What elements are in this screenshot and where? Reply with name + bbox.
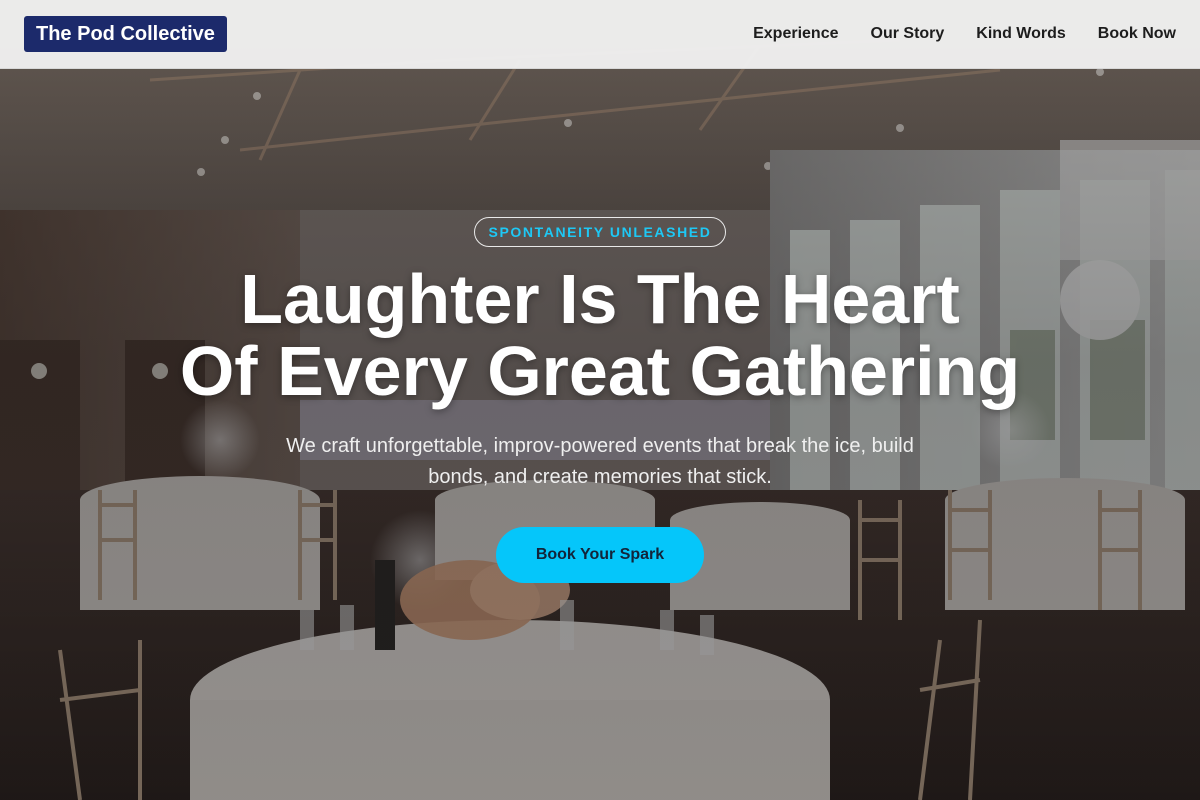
nav-links: Experience Our Story Kind Words Book Now	[753, 25, 1176, 43]
hero-headline: Laughter Is The Heart Of Every Great Gat…	[100, 263, 1100, 407]
book-your-spark-button[interactable]: Book Your Spark	[496, 527, 704, 583]
nav-link-experience[interactable]: Experience	[753, 25, 838, 43]
nav-link-our-story[interactable]: Our Story	[871, 25, 945, 43]
hero-content: SPONTANEITY UNLEASHED Laughter Is The He…	[0, 69, 1200, 800]
hero-subtext: We craft unforgettable, improv-powered e…	[286, 435, 914, 488]
nav-link-kind-words[interactable]: Kind Words	[976, 25, 1065, 43]
hero-headline-line-1: Laughter Is The Heart	[240, 260, 960, 338]
nav-link-book-now[interactable]: Book Now	[1098, 25, 1176, 43]
site-logo[interactable]: The Pod Collective	[24, 16, 227, 52]
hero-badge: SPONTANEITY UNLEASHED	[474, 217, 726, 247]
hero-headline-line-2: Of Every Great Gathering	[179, 332, 1021, 410]
top-navbar: The Pod Collective Experience Our Story …	[0, 0, 1200, 69]
